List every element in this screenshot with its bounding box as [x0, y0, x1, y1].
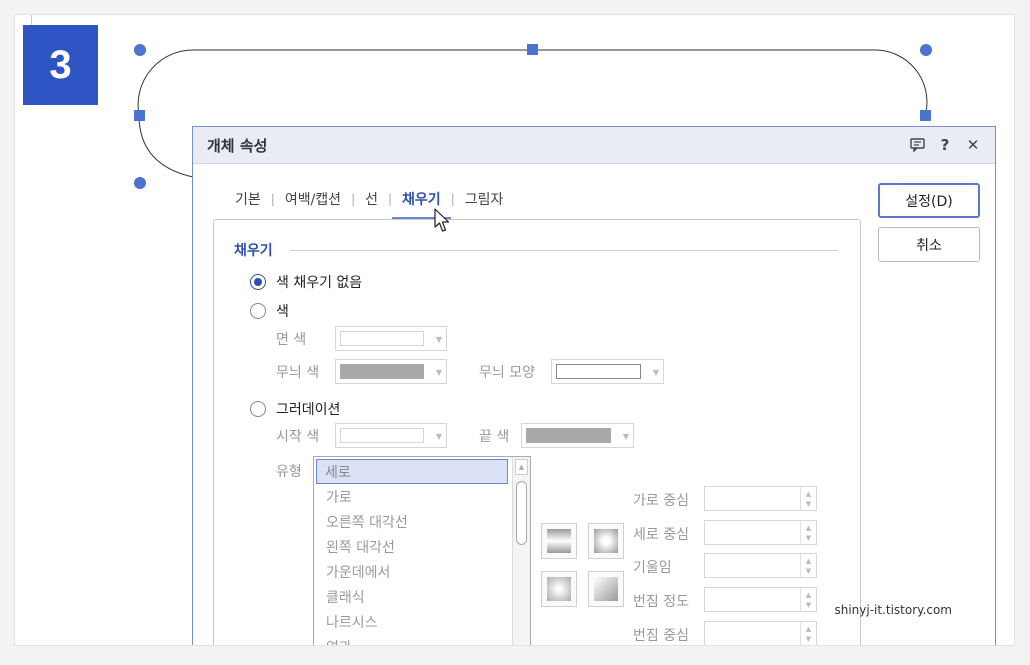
- gradient-vertical-button[interactable]: [541, 523, 577, 559]
- gradient-corner-button[interactable]: [588, 571, 624, 607]
- resize-handle-top-left[interactable]: [134, 44, 146, 56]
- gradient-preview-icon: [594, 577, 618, 601]
- color-swatch: [526, 428, 611, 443]
- group-divider: [290, 250, 838, 251]
- pattern-shape-label: 무늬 모양: [479, 365, 535, 381]
- blur-level-spinner[interactable]: ▲ ▼: [704, 587, 817, 612]
- radio-no-fill[interactable]: 색 채우기 없음: [250, 272, 362, 292]
- radio-button[interactable]: [250, 401, 266, 417]
- spinner-arrows-icon[interactable]: ▲ ▼: [800, 487, 816, 510]
- gradient-preview-icon: [594, 529, 618, 553]
- face-color-combo[interactable]: ▼: [335, 326, 447, 351]
- list-item[interactable]: 가운데에서: [314, 559, 530, 584]
- color-swatch: [340, 331, 424, 346]
- gradient-square-button[interactable]: [541, 571, 577, 607]
- pattern-color-combo[interactable]: ▼: [335, 359, 447, 384]
- dialog-title: 개체 속성: [207, 136, 268, 155]
- fill-panel: 채우기 색 채우기 없음 색 면 색 ▼ 무늬 색 ▼ 무늬 모양 ▼ 그러데이…: [213, 219, 861, 646]
- blur-level-label: 번짐 정도: [633, 594, 689, 610]
- h-center-spinner[interactable]: ▲ ▼: [704, 486, 817, 511]
- spinner-arrows-icon[interactable]: ▲ ▼: [800, 588, 816, 611]
- list-item[interactable]: 가로: [314, 484, 530, 509]
- radio-color[interactable]: 색: [250, 301, 289, 321]
- chevron-down-icon: ▼: [435, 432, 442, 441]
- type-label: 유형: [276, 464, 302, 480]
- radio-gradient[interactable]: 그러데이션: [250, 399, 340, 419]
- gradient-preview-icon: [547, 577, 571, 601]
- resize-handle-top[interactable]: [527, 44, 538, 55]
- spinner-arrows-icon[interactable]: ▲ ▼: [800, 622, 816, 645]
- tab-line[interactable]: 선: [355, 185, 388, 213]
- mouse-cursor-icon: [434, 208, 450, 232]
- tab-bar: 기본 | 여백/캡션 | 선 | 채우기 | 그림자: [225, 185, 514, 219]
- resize-handle-right[interactable]: [920, 110, 931, 121]
- pattern-shape-combo[interactable]: ▼: [551, 359, 664, 384]
- chevron-down-icon: ▼: [435, 335, 442, 344]
- end-color-combo[interactable]: ▼: [521, 423, 634, 448]
- radio-button[interactable]: [250, 274, 266, 290]
- watermark: shinyj-it.tistory.com: [834, 603, 952, 617]
- list-item[interactable]: 연과: [314, 634, 530, 646]
- listbox-scrollbar[interactable]: ▲: [512, 457, 530, 645]
- spinner-arrows-icon[interactable]: ▲ ▼: [800, 521, 816, 544]
- chevron-down-icon: ▼: [652, 368, 659, 377]
- tab-shadow[interactable]: 그림자: [455, 185, 514, 213]
- comment-icon[interactable]: [909, 137, 925, 153]
- resize-handle-left[interactable]: [134, 110, 145, 121]
- chevron-down-icon: ▼: [622, 432, 629, 441]
- pattern-swatch: [556, 364, 641, 379]
- help-icon[interactable]: ?: [937, 136, 953, 154]
- ok-button[interactable]: 설정(D): [878, 183, 980, 218]
- chevron-up-icon[interactable]: ▲: [515, 459, 528, 475]
- list-item[interactable]: 나르시스: [314, 609, 530, 634]
- gradient-preview-icon: [547, 529, 571, 553]
- radio-button[interactable]: [250, 303, 266, 319]
- radio-label: 그러데이션: [276, 402, 341, 418]
- close-icon[interactable]: ✕: [965, 136, 981, 154]
- pattern-color-label: 무늬 색: [276, 365, 320, 381]
- spinner-arrows-icon[interactable]: ▲ ▼: [800, 554, 816, 577]
- resize-handle-bottom-left[interactable]: [134, 177, 146, 189]
- resize-handle-top-right[interactable]: [920, 44, 932, 56]
- blur-center-label: 번짐 중심: [633, 628, 689, 644]
- chevron-down-icon: ▼: [435, 368, 442, 377]
- start-color-label: 시작 색: [276, 429, 320, 445]
- color-swatch: [340, 364, 424, 379]
- end-color-label: 끝 색: [479, 429, 510, 445]
- h-center-label: 가로 중심: [633, 493, 689, 509]
- tilt-label: 기울임: [633, 560, 672, 576]
- gradient-type-listbox[interactable]: 세로 가로 오른쪽 대각선 왼쪽 대각선 가운데에서 클래식 나르시스 연과 ▲: [313, 456, 531, 646]
- gradient-radial-button[interactable]: [588, 523, 624, 559]
- blur-center-spinner[interactable]: ▲ ▼: [704, 621, 817, 645]
- radio-label: 색: [276, 304, 289, 320]
- tab-basic[interactable]: 기본: [225, 185, 271, 213]
- v-center-spinner[interactable]: ▲ ▼: [704, 520, 817, 545]
- face-color-label: 면 색: [276, 332, 307, 348]
- radio-label: 색 채우기 없음: [276, 275, 363, 291]
- tab-margin-caption[interactable]: 여백/캡션: [275, 185, 351, 213]
- v-center-label: 세로 중심: [633, 527, 689, 543]
- object-properties-dialog: 개체 속성 ? ✕ 기본 | 여백/캡션 | 선 | 채우기 | 그림자 채우기: [192, 126, 996, 646]
- tilt-spinner[interactable]: ▲ ▼: [704, 553, 817, 578]
- list-item[interactable]: 세로: [316, 459, 508, 484]
- color-swatch: [340, 428, 424, 443]
- list-item[interactable]: 클래식: [314, 584, 530, 609]
- list-item[interactable]: 왼쪽 대각선: [314, 534, 530, 559]
- cancel-button[interactable]: 취소: [878, 227, 980, 262]
- dialog-titlebar: 개체 속성 ? ✕: [193, 127, 995, 164]
- list-item[interactable]: 오른쪽 대각선: [314, 509, 530, 534]
- document-canvas: 3 개체 속성 ? ✕ 기본 | 여백/캡션 | 선 | 채우기 | 그림자 채…: [14, 14, 1015, 646]
- scroll-thumb[interactable]: [516, 481, 527, 545]
- start-color-combo[interactable]: ▼: [335, 423, 447, 448]
- fill-group-label: 채우기: [234, 243, 273, 259]
